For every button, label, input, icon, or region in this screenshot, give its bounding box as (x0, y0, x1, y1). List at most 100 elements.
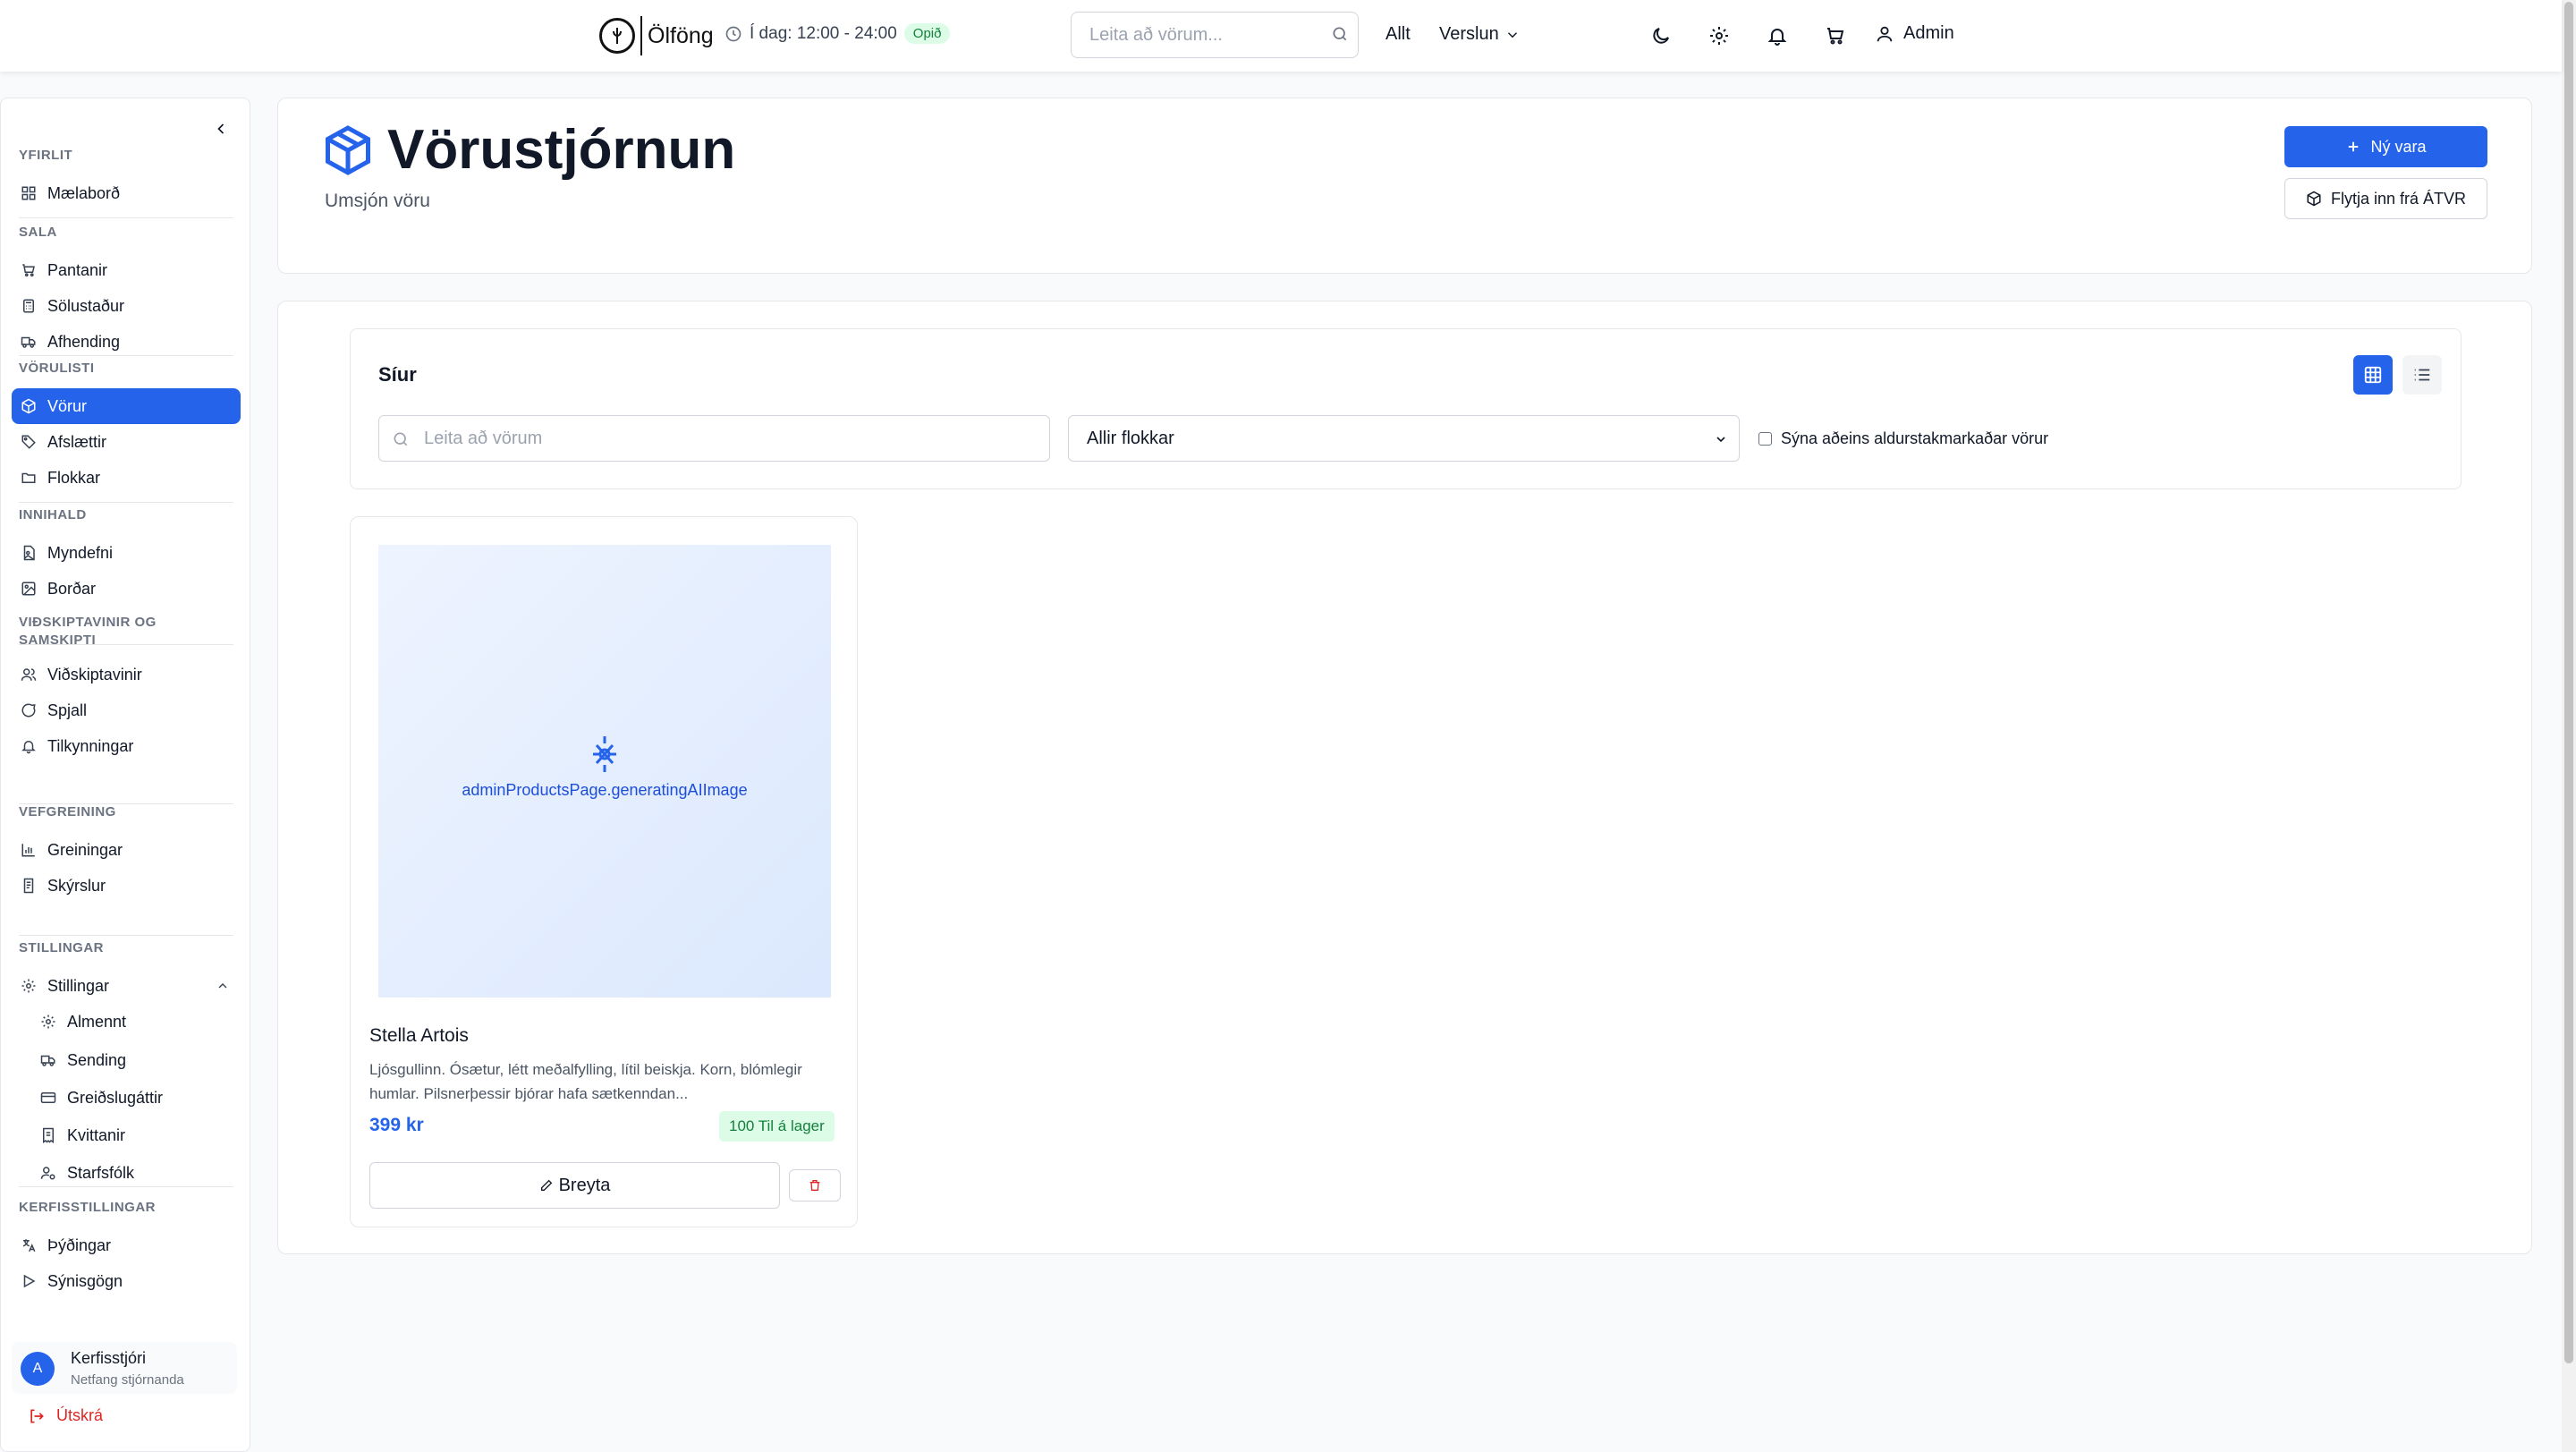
import-atvr-button[interactable]: Flytja inn frá ÁTVR (2284, 178, 2487, 219)
truck-icon (40, 1052, 56, 1068)
sidebar-item-label: Skýrslur (47, 876, 106, 895)
scrollbar-thumb[interactable] (2564, 2, 2573, 1363)
page-subtitle: Umsjón vöru (325, 191, 430, 211)
package-icon (321, 123, 375, 177)
logout-button[interactable]: Útskrá (28, 1406, 103, 1425)
page-title: Vörustjórnun (387, 119, 736, 181)
notifications-bell-icon[interactable] (1765, 23, 1790, 48)
sidebar-item-almennt[interactable]: Almennt (31, 1004, 241, 1040)
sidebar-section-title: VEFGREINING (19, 804, 116, 819)
sidebar-item-greiningar[interactable]: Greiningar (12, 832, 241, 868)
sidebar-section-title: YFIRLIT (19, 148, 73, 163)
sidebar-item-sölustaður[interactable]: Sölustaður (12, 288, 241, 324)
new-product-button[interactable]: Ný vara (2284, 126, 2487, 167)
page-scrollbar[interactable] (2562, 0, 2576, 1452)
delete-product-button[interactable] (789, 1169, 841, 1202)
brand-name: Ölföng (648, 22, 714, 48)
edit-label: Breyta (558, 1175, 611, 1195)
sidebar-item-tilkynningar[interactable]: Tilkynningar (12, 728, 241, 764)
users-icon (21, 667, 37, 683)
sidebar-divider (19, 803, 233, 804)
gear-icon (40, 1014, 56, 1030)
sidebar-item-label: Sending (67, 1050, 127, 1069)
age-restricted-label: Sýna aðeins aldurstakmarkaðar vörur (1781, 429, 2049, 447)
sidebar-item-label: Sölustaður (47, 296, 125, 315)
edit-product-button[interactable]: Breyta (369, 1162, 780, 1209)
sidebar-item-þýðingar[interactable]: Þýðingar (12, 1227, 241, 1263)
sidebar-item-label: Greiðslugáttir (67, 1088, 164, 1107)
category-select-value: Allir flokkar (1087, 428, 1174, 448)
product-search-input[interactable] (424, 416, 1041, 461)
languages-icon (21, 1237, 37, 1253)
sidebar-item-spjall[interactable]: Spjall (12, 692, 241, 728)
sidebar-item-viðskiptavinir[interactable]: Viðskiptavinir (12, 657, 241, 692)
credit-card-icon (40, 1090, 56, 1106)
sidebar-section-title: SALA (19, 225, 57, 240)
sidebar-item-mælaborð[interactable]: Mælaborð (12, 175, 241, 211)
sidebar-item-afhending[interactable]: Afhending (12, 324, 241, 360)
settings-gear-icon[interactable] (1707, 23, 1732, 48)
generating-image-text: adminProductsPage.generatingAIImage (462, 781, 748, 799)
avatar: A (21, 1352, 55, 1386)
sidebar-item-pantanir[interactable]: Pantanir (12, 252, 241, 288)
sidebar-item-label: Viðskiptavinir (47, 665, 142, 684)
open-status-badge: Opið (903, 23, 951, 44)
list-view-toggle-icon[interactable] (2402, 355, 2442, 395)
age-restricted-filter[interactable]: Sýna aðeins aldurstakmarkaðar vörur (1758, 429, 2048, 448)
bar-chart-icon (21, 842, 37, 858)
current-user-card[interactable]: A Kerfisstjóri Netfang stjórnanda (12, 1342, 237, 1394)
sidebar-item-afslættir[interactable]: Afslættir (12, 424, 241, 460)
nav-shop-dropdown[interactable]: Verslun (1439, 24, 1521, 45)
sidebar-item-label: Sýnisgögn (47, 1271, 123, 1290)
stock-badge: 100 Til á lager (719, 1111, 835, 1142)
sidebar-item-myndefni[interactable]: Myndefni (12, 535, 241, 571)
admin-user-menu[interactable]: Admin (1875, 23, 1954, 44)
sidebar-item-kvittanir[interactable]: Kvittanir (31, 1117, 241, 1153)
search-icon[interactable] (1331, 25, 1349, 43)
sidebar-item-borðar[interactable]: Borðar (12, 571, 241, 607)
age-restricted-checkbox[interactable] (1758, 432, 1772, 446)
brand-logo[interactable]: Ölföng (599, 16, 714, 55)
sidebar-item-flokkar[interactable]: Flokkar (12, 460, 241, 496)
sidebar-divider (19, 217, 233, 218)
nav-all-link[interactable]: Allt (1385, 24, 1411, 45)
chat-icon (21, 702, 37, 718)
sidebar-divider (19, 355, 233, 356)
sidebar-item-label: Afslættir (47, 432, 107, 451)
sidebar-item-label: Borðar (47, 579, 97, 598)
new-product-label: Ný vara (2370, 137, 2427, 156)
sidebar-item-greiðslugáttir[interactable]: Greiðslugáttir (31, 1080, 241, 1116)
sidebar-section-title: INNIHALD (19, 507, 87, 522)
ai-sparkle-icon (589, 734, 620, 774)
chevron-down-icon (1504, 27, 1521, 43)
trash-icon (808, 1178, 822, 1193)
logo-mark-icon (599, 18, 635, 54)
category-select[interactable]: Allir flokkar (1068, 415, 1740, 462)
dark-mode-moon-icon[interactable] (1648, 23, 1674, 48)
sidebar-item-label: Tilkynningar (47, 736, 134, 755)
user-email: Netfang stjórnanda (71, 1372, 184, 1388)
sidebar-item-label: Almennt (67, 1012, 127, 1031)
product-image-placeholder: adminProductsPage.generatingAIImage (378, 545, 831, 998)
sidebar: YFIRLIT Mælaborð SALA Pantanir Sölustaður Afh… (0, 98, 250, 1452)
sidebar-divider (19, 935, 233, 936)
sidebar-item-skýrslur[interactable]: Skýrslur (12, 868, 241, 904)
user-cog-icon (40, 1165, 56, 1181)
collapse-sidebar-chevron-left-icon[interactable] (212, 120, 230, 138)
sidebar-section-title: STILLINGAR (19, 940, 104, 955)
sidebar-item-vörur[interactable]: Vörur (12, 388, 241, 424)
sidebar-item-starfsfólk[interactable]: Starfsfólk (31, 1155, 241, 1191)
cart-icon[interactable] (1823, 23, 1848, 48)
play-icon (21, 1273, 37, 1289)
bell-icon (21, 738, 37, 754)
sidebar-item-stillingar[interactable]: Stillingar (12, 968, 241, 1004)
cart-icon (21, 262, 37, 278)
header-search-input[interactable] (1072, 13, 1313, 57)
truck-icon (21, 334, 37, 350)
grid-view-toggle-icon[interactable] (2353, 355, 2393, 395)
sidebar-item-sending[interactable]: Sending (31, 1042, 241, 1078)
sidebar-item-sýnisgögn[interactable]: Sýnisgögn (12, 1263, 241, 1299)
product-name: Stella Artois (369, 1025, 469, 1046)
product-description: Ljósgullinn. Ósætur, létt meðalfylling, … (369, 1061, 802, 1102)
sidebar-item-label: Myndefni (47, 543, 114, 562)
